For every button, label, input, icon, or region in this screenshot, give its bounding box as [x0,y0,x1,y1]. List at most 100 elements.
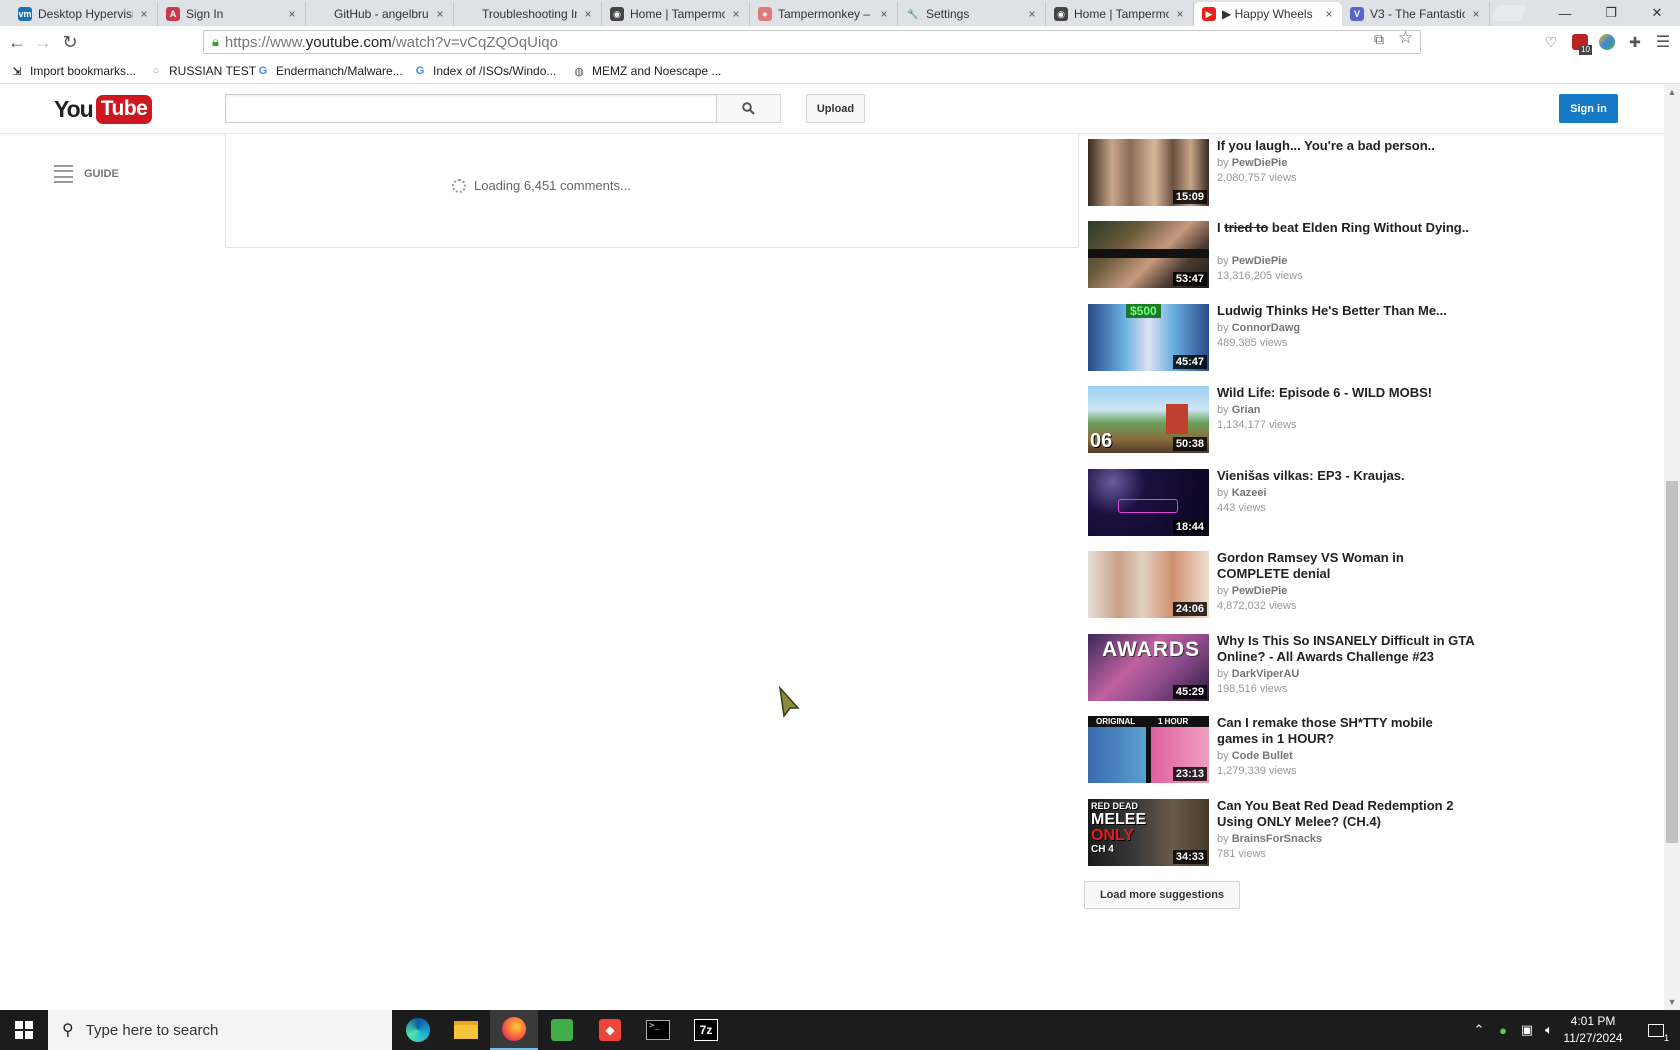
suggestion-item[interactable]: 53:47 I tried to beat Elden Ring Without… [1088,220,1478,289]
firefox-app-icon[interactable] [490,1010,538,1050]
browser-tab[interactable]: vm Desktop Hypervisi × [10,2,158,26]
address-bar[interactable]: 🔒︎ https://www. youtube.com/watch?v=vCqZQ… [203,30,1421,54]
suggestion-item[interactable]: 18:44 Vienišas vilkas: EP3 - Kraujas. by… [1088,468,1478,537]
green-app-icon[interactable] [538,1010,586,1050]
video-title[interactable]: Ludwig Thinks He's Better Than Me... [1217,303,1477,319]
tab-close-icon[interactable]: × [729,7,743,21]
video-title[interactable]: I tried to beat Elden Ring Without Dying… [1217,220,1477,236]
video-thumbnail[interactable]: 06 50:38 [1088,386,1209,453]
upload-button[interactable]: Upload [806,94,865,123]
video-title[interactable]: Wild Life: Episode 6 - WILD MOBS! [1217,385,1477,401]
forward-icon[interactable]: → [31,30,55,54]
channel-name[interactable]: PewDiePie [1232,255,1288,267]
video-title[interactable]: Can I remake those SH*TTY mobile games i… [1217,715,1477,747]
signin-button[interactable]: Sign in [1559,94,1618,123]
load-more-suggestions-button[interactable]: Load more suggestions [1084,881,1240,909]
channel-name[interactable]: DarkViperAU [1232,668,1300,680]
terminal-app-icon[interactable]: >_ [634,1010,682,1050]
taskbar-search-box[interactable]: ⚲ Type here to search [48,1010,392,1050]
video-channel[interactable]: by ConnorDawg [1217,322,1300,334]
channel-name[interactable]: Code Bullet [1232,750,1293,762]
bookmark-endermanch[interactable]: G Endermanch/Malware... [256,62,403,80]
tab-close-icon[interactable]: × [1469,7,1483,21]
tray-chevron-icon[interactable]: ⌃ [1468,1010,1490,1050]
video-thumbnail[interactable]: 15:09 [1088,139,1209,206]
video-channel[interactable]: by DarkViperAU [1217,668,1299,680]
video-channel[interactable]: by BrainsForSnacks [1217,833,1322,845]
video-thumbnail[interactable]: RED DEAD MELEE ONLY CH 4 34:33 [1088,799,1209,866]
restore-icon[interactable]: ❐ [1588,0,1634,26]
taskbar-clock[interactable]: 4:01 PM 11/27/2024 [1556,1013,1630,1047]
tab-close-icon[interactable]: × [1025,7,1039,21]
video-channel[interactable]: by Grian [1217,404,1260,416]
browser-tab[interactable]: V V3 - The Fantastic × [1342,2,1490,26]
channel-name[interactable]: Grian [1232,404,1261,416]
video-thumbnail[interactable]: $500 45:47 [1088,304,1209,371]
video-thumbnail[interactable]: ORIGINAL 1 HOUR 23:13 [1088,716,1209,783]
browser-tab[interactable]: Troubleshooting Info × [454,2,602,26]
translate-icon[interactable]: ⧉ [1374,31,1384,48]
bookmark-russian-test[interactable]: ○ RUSSIAN TEST [149,62,256,80]
notification-center-icon[interactable]: 1 [1636,1010,1676,1050]
search-input[interactable] [225,94,716,123]
suggestion-item[interactable]: 06 50:38 Wild Life: Episode 6 - WILD MOB… [1088,385,1478,454]
youtube-logo[interactable]: You Tube [54,94,153,124]
network-icon[interactable]: ▣ [1516,1010,1538,1050]
browser-tab[interactable]: ◉ Home | Tampermo × [1046,2,1194,26]
suggestion-item[interactable]: 24:06 Gordon Ramsey VS Woman in COMPLETE… [1088,550,1478,619]
tray-app-icon[interactable]: ● [1492,1010,1514,1050]
tab-close-icon[interactable]: × [581,7,595,21]
back-icon[interactable]: ← [5,30,29,54]
video-thumbnail[interactable]: 18:44 [1088,469,1209,536]
scroll-down-icon[interactable]: ▼ [1664,994,1680,1010]
close-window-icon[interactable]: ✕ [1634,0,1680,26]
start-button[interactable] [0,1010,48,1050]
menu-icon[interactable]: ☰ [1653,32,1673,52]
bookmark-import[interactable]: ⇲ Import bookmarks... [10,62,136,80]
browser-tab[interactable]: GitHub - angelbru × [306,2,454,26]
suggestion-item[interactable]: 15:09 If you laugh... You're a bad perso… [1088,138,1478,207]
page-scrollbar[interactable]: ▲ ▼ [1664,84,1680,1010]
channel-name[interactable]: PewDiePie [1232,585,1288,597]
video-title[interactable]: Why Is This So INSANELY Difficult in GTA… [1217,633,1477,665]
7zip-app-icon[interactable]: 7z [682,1010,730,1050]
channel-name[interactable]: ConnorDawg [1232,322,1300,334]
tab-close-icon[interactable]: × [1173,7,1187,21]
ublock-icon[interactable]: 10 [1570,32,1592,55]
edge-app-icon[interactable] [394,1010,442,1050]
anydesk-app-icon[interactable]: ◆ [586,1010,634,1050]
bookmark-memz[interactable]: ◍ MEMZ and Noescape ... [572,62,721,80]
suggestion-item[interactable]: AWARDS 45:29 Why Is This So INSANELY Dif… [1088,633,1478,702]
guide-button[interactable]: GUIDE [54,165,119,183]
reload-icon[interactable]: ↻ [58,30,82,54]
channel-name[interactable]: BrainsForSnacks [1232,833,1322,845]
scroll-up-icon[interactable]: ▲ [1664,84,1680,100]
video-channel[interactable]: by Kazeei [1217,487,1267,499]
suggestion-item[interactable]: RED DEAD MELEE ONLY CH 4 34:33 Can You B… [1088,798,1478,867]
browser-tab[interactable]: ◉ Home | Tampermo × [602,2,750,26]
browser-tab[interactable]: ● Tampermonkey – × [750,2,898,26]
video-channel[interactable]: by PewDiePie [1217,157,1287,169]
suggestion-item[interactable]: ORIGINAL 1 HOUR 23:13 Can I remake those… [1088,715,1478,784]
tab-close-icon[interactable]: × [1322,7,1336,21]
extension-globe-icon[interactable] [1597,32,1617,52]
minimize-icon[interactable]: — [1542,0,1588,26]
video-title[interactable]: If you laugh... You're a bad person.. [1217,138,1477,154]
browser-tab[interactable]: A Sign In × [158,2,306,26]
browser-tab[interactable]: ▶ ▶ Happy Wheels × [1194,2,1342,26]
tab-close-icon[interactable]: × [285,7,299,21]
video-channel[interactable]: by PewDiePie [1217,255,1287,267]
tab-close-icon[interactable]: × [877,7,891,21]
bookmark-isos[interactable]: G Index of /ISOs/Windo... [413,62,557,80]
video-thumbnail[interactable]: 53:47 [1088,221,1209,288]
file-explorer-icon[interactable] [442,1010,490,1050]
bookmark-star-icon[interactable]: ☆ [1398,28,1413,48]
video-thumbnail[interactable]: 24:06 [1088,551,1209,618]
video-thumbnail[interactable]: AWARDS 45:29 [1088,634,1209,701]
tab-close-icon[interactable]: × [433,7,447,21]
tab-close-icon[interactable]: × [137,7,151,21]
search-button[interactable] [716,94,781,123]
suggestion-item[interactable]: $500 45:47 Ludwig Thinks He's Better Tha… [1088,303,1478,372]
pocket-icon[interactable]: ♡ [1541,32,1561,52]
video-title[interactable]: Gordon Ramsey VS Woman in COMPLETE denia… [1217,550,1477,582]
